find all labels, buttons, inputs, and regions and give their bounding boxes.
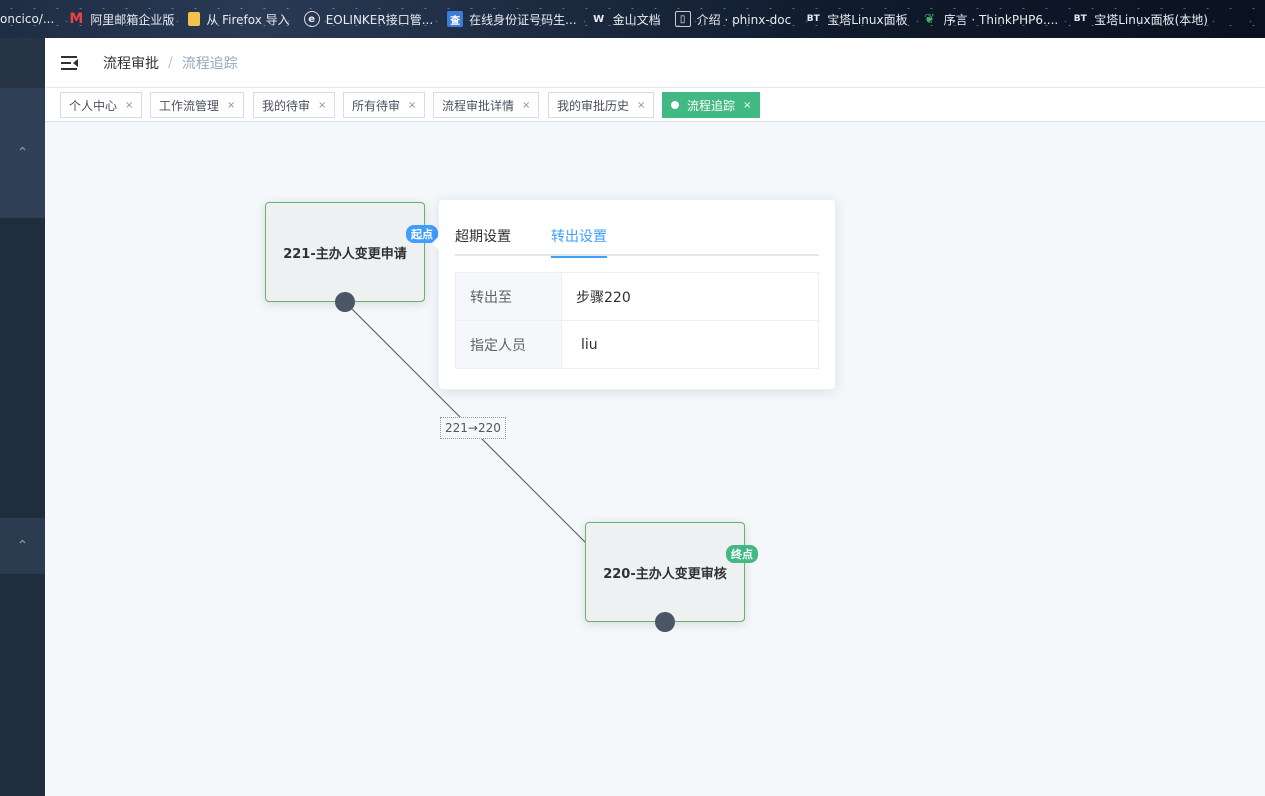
- breadcrumb-parent[interactable]: 流程审批: [103, 53, 159, 73]
- bookmark-label: 在线身份证号码生...: [469, 12, 577, 27]
- row-value: liu: [561, 320, 819, 369]
- bookmark-item[interactable]: M 阿里邮箱企业版: [61, 0, 181, 38]
- tag-approval-detail[interactable]: 流程审批详情 ×: [433, 92, 540, 118]
- transfer-settings-table: 转出至 步骤220 指定人员 liu: [455, 272, 819, 369]
- bookmark-item[interactable]: BT 宝塔Linux面板: [798, 0, 914, 38]
- tag-workflow-management[interactable]: 工作流管理 ×: [150, 92, 245, 118]
- tag-label: 流程审批详情: [442, 98, 515, 113]
- tag-approval-history[interactable]: 我的审批历史 ×: [548, 92, 655, 118]
- end-badge: 终点: [726, 545, 758, 563]
- sidebar: ⌃ ⌃: [0, 38, 45, 796]
- bookmark-item[interactable]: e EOLINKER接口管...: [297, 0, 440, 38]
- node-anchor-point[interactable]: [655, 612, 675, 632]
- tag-label: 我的审批历史: [557, 98, 630, 113]
- tag-label: 我的待审: [262, 98, 311, 113]
- bt-icon: BT: [1073, 14, 1087, 24]
- row-key: 转出至: [455, 272, 562, 321]
- bookmark-label: 从 Firefox 导入: [206, 12, 290, 27]
- node-title: 221-主办人变更申请: [283, 246, 407, 262]
- node-anchor-point[interactable]: [335, 292, 355, 312]
- bookmark-item[interactable]: 查 在线身份证号码生...: [440, 0, 583, 38]
- bookmark-item[interactable]: W 金山文档: [584, 0, 668, 38]
- bookmark-label: 阿里邮箱企业版: [90, 12, 175, 27]
- tag-my-pending[interactable]: 我的待审 ×: [253, 92, 336, 118]
- breadcrumb-current: 流程追踪: [181, 55, 238, 72]
- popover-tabs: 超期设置 转出设置: [455, 226, 819, 258]
- bookmarks-bar: oncico/... M 阿里邮箱企业版 从 Firefox 导入 e EOLI…: [0, 0, 1265, 38]
- tag-label: 工作流管理: [159, 98, 220, 113]
- flow-node-end[interactable]: 220-主办人变更审核 终点: [585, 522, 758, 622]
- close-icon[interactable]: ×: [125, 100, 133, 111]
- bookmark-item[interactable]: BT 宝塔Linux面板(本地): [1065, 0, 1215, 38]
- chevron-up-icon: ⌃: [16, 538, 29, 554]
- search-badge-icon: 查: [447, 11, 464, 27]
- tags-view: 个人中心 × 工作流管理 × 我的待审 × 所有待审 × 流程审批详情 × 我的…: [45, 88, 1265, 122]
- bt-icon: BT: [806, 14, 820, 24]
- book-icon: ▯: [674, 11, 691, 27]
- edge-label[interactable]: 221→220: [440, 417, 506, 439]
- sidebar-logo-area: [0, 38, 45, 88]
- tag-label: 所有待审: [352, 98, 401, 113]
- flow-node-start[interactable]: 221-主办人变更申请 起点: [265, 202, 438, 302]
- active-dot-icon: [671, 101, 679, 109]
- row-value: 步骤220: [561, 272, 819, 321]
- folder-icon: [188, 12, 201, 26]
- tag-process-tracking[interactable]: 流程追踪 ×: [662, 92, 761, 118]
- bookmark-item[interactable]: oncico/...: [0, 0, 61, 38]
- bookmark-label: 宝塔Linux面板(本地): [1094, 12, 1208, 27]
- close-icon[interactable]: ×: [318, 100, 326, 111]
- tab-timeout-settings[interactable]: 超期设置: [455, 226, 511, 256]
- close-icon[interactable]: ×: [743, 100, 751, 111]
- close-icon[interactable]: ×: [522, 100, 530, 111]
- close-icon[interactable]: ×: [408, 100, 416, 111]
- table-row: 转出至 步骤220: [455, 272, 819, 321]
- bookmark-label: 金山文档: [612, 12, 661, 27]
- breadcrumb-separator: /: [168, 54, 173, 71]
- node-settings-popover: 超期设置 转出设置 转出至 步骤220 指定人员 liu: [432, 199, 836, 390]
- close-icon[interactable]: ×: [637, 100, 645, 111]
- close-icon[interactable]: ×: [227, 100, 235, 111]
- kdocs-icon: W: [593, 13, 605, 25]
- bookmark-item[interactable]: ❦ 序言 · ThinkPHP6....: [915, 0, 1066, 38]
- tab-transfer-settings[interactable]: 转出设置: [551, 226, 607, 258]
- bookmark-label: EOLINKER接口管...: [325, 12, 434, 27]
- hamburger-menu-icon[interactable]: [61, 55, 79, 71]
- tag-label: 个人中心: [69, 98, 118, 113]
- node-title: 220-主办人变更审核: [603, 566, 727, 582]
- chevron-up-icon: ⌃: [16, 145, 29, 161]
- sidebar-menu-group[interactable]: ⌃: [0, 518, 45, 574]
- row-key: 指定人员: [455, 320, 562, 369]
- bookmark-label: 介绍 · phinx-doc: [696, 12, 792, 27]
- navbar: 流程审批 / 流程追踪: [45, 38, 1265, 88]
- bookmark-item[interactable]: 从 Firefox 导入: [181, 0, 296, 38]
- eolinker-icon: e: [303, 11, 320, 27]
- breadcrumb: 流程审批 / 流程追踪: [103, 53, 238, 73]
- tag-label: 流程追踪: [687, 98, 736, 113]
- aliyun-mail-icon: M: [69, 11, 84, 27]
- bookmark-label: 序言 · ThinkPHP6....: [943, 12, 1059, 27]
- bookmark-item[interactable]: ▯ 介绍 · phinx-doc: [668, 0, 799, 38]
- table-row: 指定人员 liu: [455, 320, 819, 369]
- leaf-icon: ❦: [924, 11, 936, 27]
- bookmark-label: 宝塔Linux面板: [827, 12, 908, 27]
- tag-all-pending[interactable]: 所有待审 ×: [343, 92, 426, 118]
- tag-personal-center[interactable]: 个人中心 ×: [60, 92, 143, 118]
- sidebar-menu-group[interactable]: ⌃: [0, 88, 45, 218]
- bookmark-label: oncico/...: [0, 12, 55, 26]
